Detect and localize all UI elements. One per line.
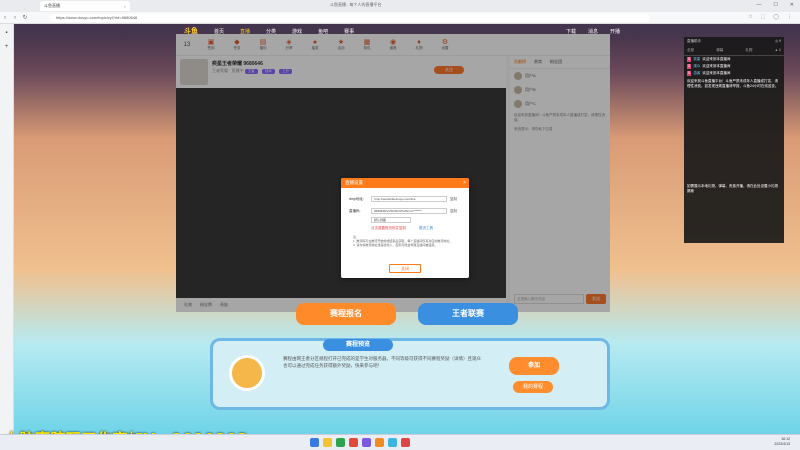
key-label: 直播码: — [349, 208, 361, 213]
close-button[interactable]: 关闭 — [389, 264, 421, 273]
copy-key-button[interactable]: 复制 — [450, 209, 457, 214]
sidebar-tab-icon[interactable]: ▪ — [3, 30, 11, 38]
line-select[interactable]: 默认线路 — [371, 217, 411, 223]
tab-all[interactable]: 全部 — [687, 48, 694, 53]
extensions-icon[interactable]: ⬚ — [761, 14, 766, 20]
stream-tool-link[interactable]: 推流工具 — [419, 226, 433, 231]
viewer-count: ◎ 9 — [775, 39, 781, 43]
tab-gifts[interactable]: 礼物 — [745, 48, 752, 53]
overlay-message: S 观众 欢迎来到本直播间 — [687, 64, 731, 69]
user-badge: S — [687, 71, 692, 76]
app-icon[interactable] — [362, 438, 371, 447]
app-icon[interactable] — [375, 438, 384, 447]
taskbar: 16:12 2023/4/13 — [0, 434, 800, 450]
close-tab-icon[interactable]: × — [124, 4, 126, 9]
my-schedule-button[interactable]: 我的赛程 — [513, 381, 553, 393]
window-controls: — ☐ ✕ — [756, 2, 794, 8]
event-card-signup[interactable]: 赛程报名 — [296, 303, 396, 325]
close-window-icon[interactable]: ✕ — [790, 2, 794, 8]
event-cards: 赛程报名 王者联赛 — [296, 303, 520, 325]
emblem-icon — [229, 355, 265, 391]
join-button[interactable]: 参加 — [509, 357, 559, 375]
dialog-title: 直播设置 — [345, 180, 363, 185]
tab-title: 斗鱼直播 — [44, 3, 60, 8]
key-field[interactable]: 9680646rvOSODLNTsiJisr/u=******* — [371, 208, 447, 214]
forward-icon[interactable]: › — [10, 15, 20, 21]
event-banner: 赛程预览 赛程由网王者分区规程打开已完成的是学生对服务器，不同等级可获得不同赛程… — [210, 338, 610, 410]
dialog-note: 注： 1. 推流码可在推流开始前或结束后获取，每个直播间仅有对应的推流地址。 2… — [353, 235, 453, 248]
banner-title: 赛程预览 — [323, 339, 393, 351]
address-bar-row: ‹ › ↻ https://www.douyu.com/topic/cyl?ri… — [0, 12, 800, 24]
browser-sidebar: ▪ + — [0, 24, 14, 434]
sidebar-add-icon[interactable]: + — [3, 44, 11, 52]
banner-text: 赛程由网王者分区规程打开已完成的是学生对服务器，不同等级可获得不同赛程奖励（详情… — [283, 356, 481, 368]
tab-danmaku[interactable]: 弹幕 — [716, 48, 723, 53]
close-icon[interactable]: × — [463, 178, 466, 188]
overlay-tabs: 全部 弹幕 礼物 ▲ 0 — [684, 46, 784, 56]
dialog-header: 直播设置 × — [341, 178, 469, 188]
url-input[interactable]: https://www.douyu.com/topic/cyl?rid=9680… — [50, 13, 650, 22]
overlay-message: S 奕星 欢迎来到本直播间 — [687, 57, 731, 62]
system-tip: 如需展示本地礼物、弹幕、贵族开播，请在此处设置小礼物屏蔽 — [687, 184, 778, 193]
app-icon[interactable] — [349, 438, 358, 447]
server-field[interactable]: rtmp://sendtc3a.douyu.com/live — [371, 196, 447, 202]
overlay-header: 直播助手 ◎ 9 — [684, 37, 784, 46]
user-badge: S — [687, 57, 692, 62]
chat-overlay: 直播助手 ◎ 9 全部 弹幕 礼物 ▲ 0 S 奕星 欢迎来到本直播间 S 观众 欢迎来… — [684, 37, 784, 243]
maximize-icon[interactable]: ☐ — [773, 2, 777, 8]
server-row: rtmp地址: rtmp://sendtc3a.douyu.com/live 复… — [349, 196, 457, 202]
browser-icon[interactable] — [388, 438, 397, 447]
reset-key-link[interactable]: 点击重置推流码并复制 — [371, 226, 406, 231]
start-stream-link[interactable]: 开播 — [610, 28, 620, 35]
key-row: 直播码: 9680646rvOSODLNTsiJisr/u=******* 复制 — [349, 208, 457, 214]
server-label: rtmp地址: — [349, 196, 364, 201]
overlay-title: 直播助手 — [687, 39, 701, 43]
system-notice: 欢迎来到斗鱼直播平台！斗鱼严禁未成年人直播或打赏，请理性消费。如发现违规直播请举… — [687, 79, 779, 88]
browser-tab[interactable]: 斗鱼直播 × — [40, 1, 130, 11]
browser-tab-bar: 斗鱼直播 × 斗鱼直播 - 每个人的直播平台 — ☐ ✕ — [0, 0, 800, 12]
clock-date: 2023/4/13 — [774, 442, 790, 446]
refresh-icon[interactable]: ↻ — [20, 14, 30, 21]
app-icon[interactable] — [401, 438, 410, 447]
back-icon[interactable]: ‹ — [0, 15, 10, 21]
event-card-league[interactable]: 王者联赛 — [418, 303, 518, 325]
line-row: 默认线路 — [371, 217, 411, 223]
overlay-message: S 游客 欢迎来到本直播间 — [687, 71, 731, 76]
app-icon[interactable] — [336, 438, 345, 447]
stream-settings-dialog: 直播设置 × rtmp地址: rtmp://sendtc3a.douyu.com… — [341, 178, 469, 278]
user-badge: S — [687, 64, 692, 69]
toolbar-icons: ☆ ⬚ ◯ ⋮ — [748, 14, 792, 20]
start-icon[interactable] — [310, 438, 319, 447]
minimize-icon[interactable]: — — [756, 2, 761, 8]
window-title: 斗鱼直播 - 每个人的直播平台 — [330, 2, 382, 7]
favorite-icon[interactable]: ☆ — [748, 14, 752, 20]
tab-likes[interactable]: ▲ 0 — [775, 48, 781, 53]
file-explorer-icon[interactable] — [323, 438, 332, 447]
taskbar-apps — [310, 438, 410, 447]
system-tray[interactable]: 16:12 2023/4/13 — [774, 437, 790, 447]
profile-icon[interactable]: ◯ — [773, 14, 779, 20]
copy-server-button[interactable]: 复制 — [450, 197, 457, 202]
menu-icon[interactable]: ⋮ — [787, 14, 792, 20]
